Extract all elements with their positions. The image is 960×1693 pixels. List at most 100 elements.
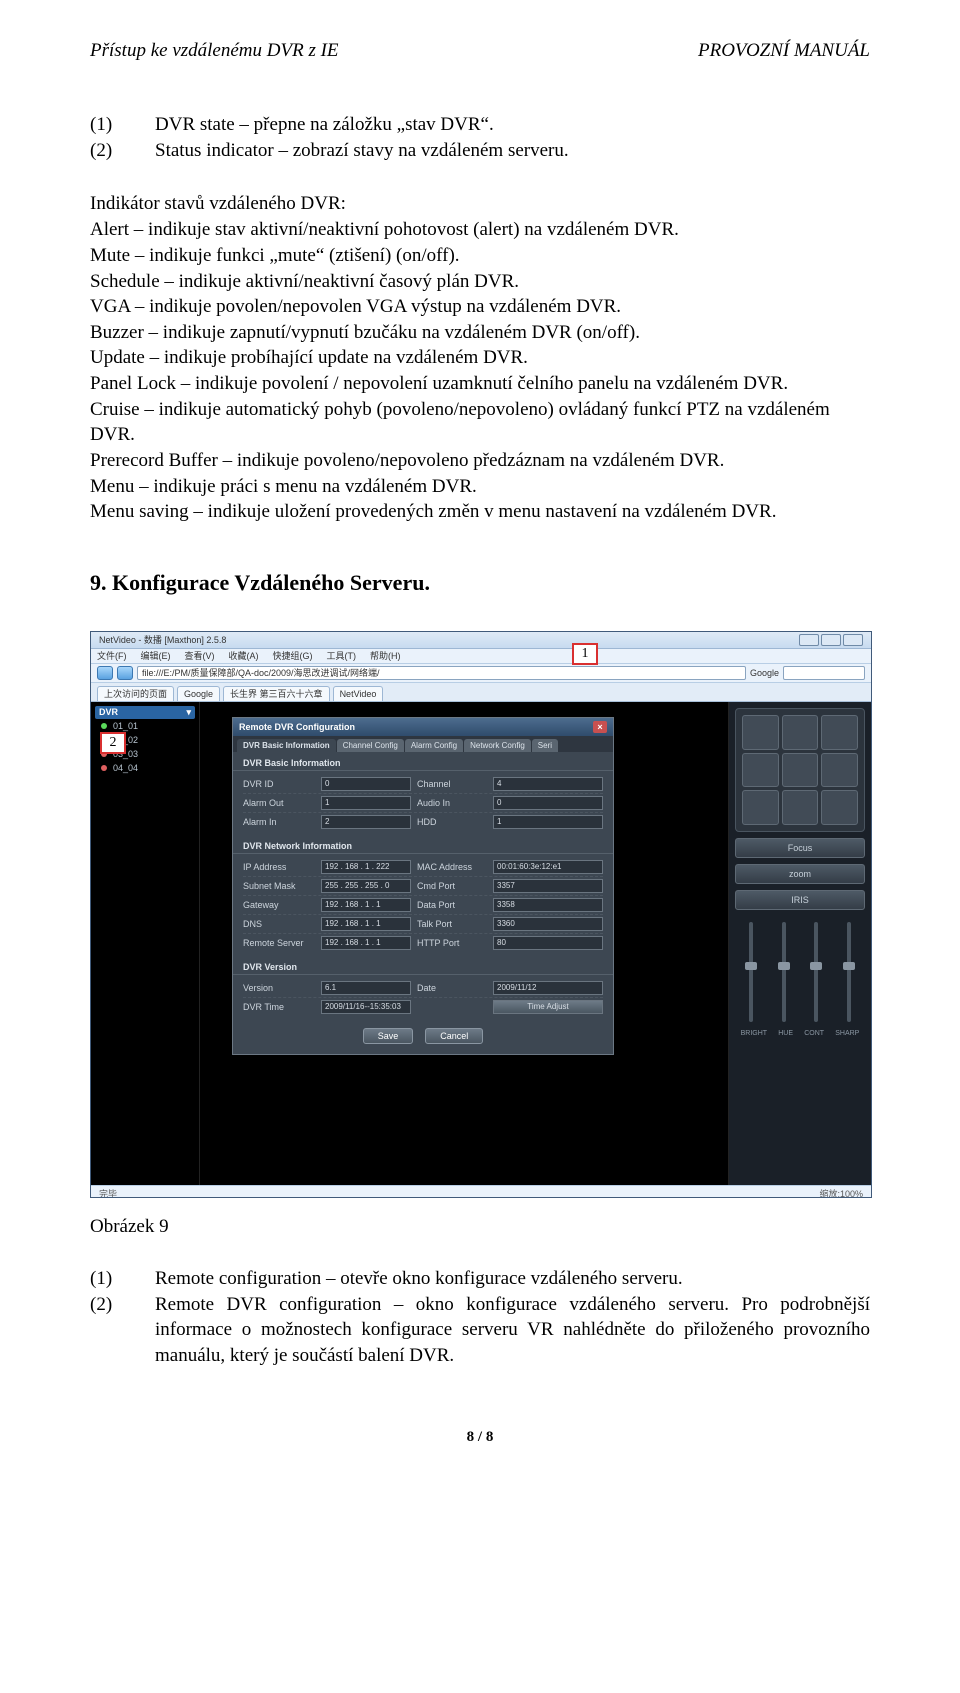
input-date[interactable]: 2009/11/12: [493, 981, 603, 995]
tree-item-0[interactable]: 01_01: [95, 719, 195, 733]
ptz-up[interactable]: [782, 715, 819, 750]
input-remote-server[interactable]: 192 . 168 . 1 . 1: [321, 936, 411, 950]
ptz-center[interactable]: [782, 753, 819, 788]
body-line-3: VGA – indikuje povolen/nepovolen VGA výs…: [90, 294, 870, 320]
input-version[interactable]: 6.1: [321, 981, 411, 995]
dialog-tab-alarm[interactable]: Alarm Config: [405, 739, 463, 752]
dialog-title: Remote DVR Configuration: [239, 722, 355, 732]
label-version: Version: [243, 983, 315, 993]
forward-button[interactable]: [117, 666, 133, 680]
body-line-10: Menu saving – indikuje uložení provedený…: [90, 499, 870, 525]
menu-item-fav[interactable]: 收藏(A): [229, 649, 259, 662]
input-channel[interactable]: 4: [493, 777, 603, 791]
dialog-tab-network[interactable]: Network Config: [464, 739, 531, 752]
slider-bright[interactable]: [749, 922, 753, 1022]
header-right: PROVOZNÍ MANUÁL: [698, 40, 870, 62]
ptz-pad[interactable]: [735, 708, 865, 832]
ptz-up-right[interactable]: [821, 715, 858, 750]
label-dns: DNS: [243, 919, 315, 929]
input-cmd-port[interactable]: 3357: [493, 879, 603, 893]
numbered-list-2: (1) Remote configuration – otevře okno k…: [90, 1266, 870, 1369]
menu-item-view[interactable]: 查看(V): [185, 649, 215, 662]
numbered-list-1: (1) DVR state – přepne na záložku „stav …: [90, 112, 870, 163]
search-input[interactable]: [783, 666, 865, 680]
ptz-down-right[interactable]: [821, 790, 858, 825]
input-dvr-time[interactable]: 2009/11/16--15:35:03: [321, 1000, 411, 1014]
section-network: DVR Network Information: [233, 837, 613, 854]
slider-label-bright: BRIGHT: [741, 1030, 767, 1037]
status-right: 缩放:100%: [819, 1187, 863, 1198]
ptz-down-left[interactable]: [742, 790, 779, 825]
screenshot-figure: NetVideo - 数播 [Maxthon] 2.5.8 文件(F) 编辑(E…: [90, 631, 872, 1198]
cancel-button[interactable]: Cancel: [425, 1028, 483, 1044]
tree-item-3[interactable]: 04_04: [95, 761, 195, 775]
chevron-down-icon[interactable]: ▾: [186, 707, 191, 718]
input-dns[interactable]: 192 . 168 . 1 . 1: [321, 917, 411, 931]
input-talk-port[interactable]: 3360: [493, 917, 603, 931]
input-dvr-id[interactable]: 0: [321, 777, 411, 791]
input-alarm-in[interactable]: 2: [321, 815, 411, 829]
slider-hue[interactable]: [782, 922, 786, 1022]
input-subnet[interactable]: 255 . 255 . 255 . 0: [321, 879, 411, 893]
window-title: NetVideo - 数播 [Maxthon] 2.5.8: [99, 633, 226, 646]
minimize-button[interactable]: [799, 634, 819, 646]
slider-label-hue: HUE: [778, 1030, 793, 1037]
label-dvr-time: DVR Time: [243, 1002, 315, 1012]
section-basic: DVR Basic Information: [233, 754, 613, 771]
tree-header[interactable]: DVR: [99, 707, 118, 717]
ptz-down[interactable]: [782, 790, 819, 825]
dialog-tab-channel[interactable]: Channel Config: [337, 739, 404, 752]
label-remote-server: Remote Server: [243, 938, 315, 948]
ptz-left[interactable]: [742, 753, 779, 788]
address-input[interactable]: file:///E:/PM/质量保障部/QA-doc/2009/海思改进调试/网…: [137, 666, 746, 680]
time-adjust-button[interactable]: Time Adjust: [493, 1000, 603, 1014]
zoom-button[interactable]: zoom: [735, 864, 865, 884]
menu-item-groups[interactable]: 快捷组(G): [273, 649, 313, 662]
body-text: Alert – indikuje stav aktivní/neaktivní …: [90, 217, 870, 525]
list2-text-1: Remote DVR configuration – okno konfigur…: [155, 1292, 870, 1369]
input-gateway[interactable]: 192 . 168 . 1 . 1: [321, 898, 411, 912]
dialog-tab-basic[interactable]: DVR Basic Information: [237, 739, 336, 752]
tab-1[interactable]: Google: [177, 686, 220, 701]
tab-2[interactable]: 长生界 第三百六十六章: [223, 686, 330, 701]
input-hdd[interactable]: 1: [493, 815, 603, 829]
tab-0[interactable]: 上次访问的页面: [97, 686, 174, 701]
remote-dvr-config-dialog: Remote DVR Configuration × DVR Basic Inf…: [232, 717, 614, 1055]
list1-num-0: (1): [90, 112, 125, 138]
dialog-close-button[interactable]: ×: [593, 721, 607, 733]
right-panel: Focus zoom IRIS BRIGHT HUE CONT SHARP: [728, 702, 871, 1185]
input-audio-in[interactable]: 0: [493, 796, 603, 810]
menu-item-help[interactable]: 帮助(H): [370, 649, 401, 662]
list1-num-1: (2): [90, 138, 125, 164]
menu-item-tools[interactable]: 工具(T): [327, 649, 357, 662]
dialog-tab-serial[interactable]: Seri: [532, 739, 558, 752]
label-audio-in: Audio In: [417, 798, 487, 808]
menu-item-file[interactable]: 文件(F): [97, 649, 127, 662]
back-button[interactable]: [97, 666, 113, 680]
address-value: file:///E:/PM/质量保障部/QA-doc/2009/海思改进调试/网…: [142, 666, 380, 679]
maximize-button[interactable]: [821, 634, 841, 646]
save-button[interactable]: Save: [363, 1028, 414, 1044]
slider-sharp[interactable]: [847, 922, 851, 1022]
body-line-4: Buzzer – indikuje zapnutí/vypnutí bzučák…: [90, 320, 870, 346]
input-ip[interactable]: 192 . 168 . 1 . 222: [321, 860, 411, 874]
close-window-button[interactable]: [843, 634, 863, 646]
tab-3[interactable]: NetVideo: [333, 686, 384, 701]
body-line-9: Menu – indikuje práci s menu na vzdálené…: [90, 474, 870, 500]
input-alarm-out[interactable]: 1: [321, 796, 411, 810]
ptz-right[interactable]: [821, 753, 858, 788]
main-content: 1 2 Remote DVR Configuration × DVR Basic…: [200, 702, 728, 1185]
subheading: Indikátor stavů vzdáleného DVR:: [90, 193, 870, 215]
ptz-up-left[interactable]: [742, 715, 779, 750]
label-alarm-out: Alarm Out: [243, 798, 315, 808]
menu-item-edit[interactable]: 编辑(E): [141, 649, 171, 662]
label-gateway: Gateway: [243, 900, 315, 910]
label-http-port: HTTP Port: [417, 938, 487, 948]
slider-contrast[interactable]: [814, 922, 818, 1022]
input-data-port[interactable]: 3358: [493, 898, 603, 912]
label-date: Date: [417, 983, 487, 993]
focus-button[interactable]: Focus: [735, 838, 865, 858]
input-http-port[interactable]: 80: [493, 936, 603, 950]
input-mac[interactable]: 00:01:60:3e:12:e1: [493, 860, 603, 874]
iris-button[interactable]: IRIS: [735, 890, 865, 910]
